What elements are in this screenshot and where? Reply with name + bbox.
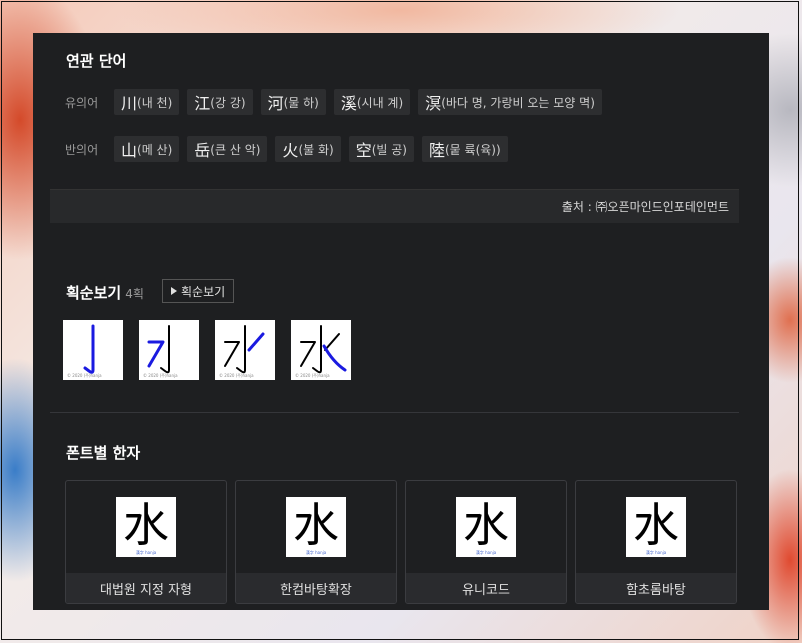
- stroke-frame-3: © 2020 (주)hanja: [215, 320, 275, 380]
- font-card[interactable]: 水 漢字 hanja 유니코드: [405, 480, 567, 604]
- antonym-chip[interactable]: 山 (메 산): [114, 136, 180, 162]
- stroke-copyright: © 2020 (주)hanja: [143, 373, 178, 378]
- related-words-title: 연관 단어: [66, 52, 127, 70]
- chip-hanja: 山: [121, 141, 138, 160]
- stroke-4-drawing: © 2020 (주)hanja: [295, 325, 347, 378]
- font-hanja-title: 폰트별 한자: [66, 444, 141, 462]
- synonym-chip[interactable]: 溟 (바다 명, 가랑비 오는 모양 멱): [418, 89, 602, 115]
- font-name: 함초롬바탕: [576, 573, 736, 603]
- font-card[interactable]: 水 漢字 hanja 한컴바탕확장: [235, 480, 397, 604]
- chip-reading: (뭍 륙(육)): [445, 142, 501, 157]
- synonym-chip[interactable]: 溪 (시내 계): [333, 89, 411, 115]
- stroke-1-drawing: © 2020 (주)hanja: [67, 324, 102, 378]
- synonym-chip[interactable]: 江 (강 강): [187, 89, 253, 115]
- chip-hanja: 空: [355, 141, 372, 160]
- chip-reading: (강 강): [210, 95, 246, 110]
- stroke-2-drawing: © 2020 (주)hanja: [143, 325, 178, 378]
- chip-reading: (물 하): [283, 95, 319, 110]
- glyph-text: 水: [123, 498, 169, 552]
- section-divider: [50, 412, 739, 413]
- glyph-drawing: 水 漢字 hanja: [293, 498, 339, 555]
- chip-hanja: 溪: [340, 94, 357, 113]
- font-glyph-image: 水 漢字 hanja: [626, 497, 686, 557]
- chip-hanja: 陸: [428, 141, 445, 160]
- glyph-watermark: 漢字 hanja: [476, 549, 497, 555]
- stroke-copyright: © 2020 (주)hanja: [295, 373, 330, 378]
- source-text: 출처 : ㈜오픈마인드인포테인먼트: [561, 200, 729, 214]
- chip-reading: (큰 산 악): [210, 142, 261, 157]
- play-icon: [171, 287, 177, 295]
- font-name: 유니코드: [406, 573, 566, 603]
- antonym-chip[interactable]: 火 (불 화): [275, 136, 341, 162]
- chip-reading: (시내 계): [356, 95, 404, 110]
- stroke-copyright: © 2020 (주)hanja: [219, 373, 254, 378]
- source-bar: 출처 : ㈜오픈마인드인포테인먼트: [50, 189, 739, 223]
- stroke-3-drawing: © 2020 (주)hanja: [219, 325, 265, 378]
- font-glyph-image: 水 漢字 hanja: [456, 497, 516, 557]
- font-glyph-image: 水 漢字 hanja: [286, 497, 346, 557]
- antonym-chip[interactable]: 岳 (큰 산 악): [187, 136, 268, 162]
- glyph-drawing: 水 漢字 hanja: [123, 498, 169, 555]
- stroke-count: 4획: [125, 287, 144, 301]
- font-name: 대법원 지정 자형: [66, 573, 226, 603]
- synonym-chip[interactable]: 河 (물 하): [260, 89, 326, 115]
- chip-hanja: 岳: [194, 141, 211, 160]
- stroke-order-button-label: 획순보기: [181, 284, 226, 299]
- antonym-chip[interactable]: 陸 (뭍 륙(육)): [421, 136, 508, 162]
- font-card[interactable]: 水 漢字 hanja 함초롬바탕: [575, 480, 737, 604]
- stroke-order-button[interactable]: 획순보기: [162, 279, 235, 303]
- glyph-text: 水: [293, 498, 339, 552]
- chip-reading: (바다 명, 가랑비 오는 모양 멱): [441, 95, 595, 110]
- glyph-watermark: 漢字 hanja: [306, 549, 327, 555]
- glyph-watermark: 漢字 hanja: [136, 549, 157, 555]
- chip-reading: (불 화): [298, 142, 334, 157]
- synonym-row: 유의어 川 (내 천) 江 (강 강) 河 (물 하) 溪 (시내 계) 溟 (바다 명,…: [65, 89, 610, 115]
- glyph-drawing: 水 漢字 hanja: [633, 498, 679, 555]
- chip-hanja: 川: [121, 94, 138, 113]
- glyph-text: 水: [463, 498, 509, 552]
- chip-hanja: 溟: [425, 94, 442, 113]
- stroke-frame-4: © 2020 (주)hanja: [291, 320, 351, 380]
- hanja-detail-panel: 연관 단어 유의어 川 (내 천) 江 (강 강) 河 (물 하) 溪 (시내 계) 溟…: [33, 33, 769, 610]
- antonym-row: 반의어 山 (메 산) 岳 (큰 산 악) 火 (불 화) 空 (빌 공) 陸 (뭍 륙(…: [65, 136, 516, 162]
- chip-hanja: 火: [282, 141, 299, 160]
- antonym-label: 반의어: [65, 142, 99, 157]
- chip-reading: (빌 공): [371, 142, 407, 157]
- glyph-watermark: 漢字 hanja: [646, 549, 667, 555]
- chip-hanja: 河: [267, 94, 284, 113]
- synonym-chip[interactable]: 川 (내 천): [114, 89, 180, 115]
- stroke-copyright: © 2020 (주)hanja: [67, 373, 102, 378]
- font-card[interactable]: 水 漢字 hanja 대법원 지정 자형: [65, 480, 227, 604]
- glyph-drawing: 水 漢字 hanja: [463, 498, 509, 555]
- stroke-order-title-text: 획순보기: [66, 284, 122, 302]
- synonym-label: 유의어: [65, 95, 99, 110]
- chip-reading: (메 산): [137, 142, 173, 157]
- stroke-frame-1: © 2020 (주)hanja: [63, 320, 123, 380]
- chip-reading: (내 천): [137, 95, 173, 110]
- font-glyph-image: 水 漢字 hanja: [116, 497, 176, 557]
- antonym-chip[interactable]: 空 (빌 공): [348, 136, 414, 162]
- font-name: 한컴바탕확장: [236, 573, 396, 603]
- stroke-order-title: 획순보기 4획: [66, 282, 144, 303]
- chip-hanja: 江: [194, 94, 211, 113]
- glyph-text: 水: [633, 498, 679, 552]
- stroke-frame-2: © 2020 (주)hanja: [139, 320, 199, 380]
